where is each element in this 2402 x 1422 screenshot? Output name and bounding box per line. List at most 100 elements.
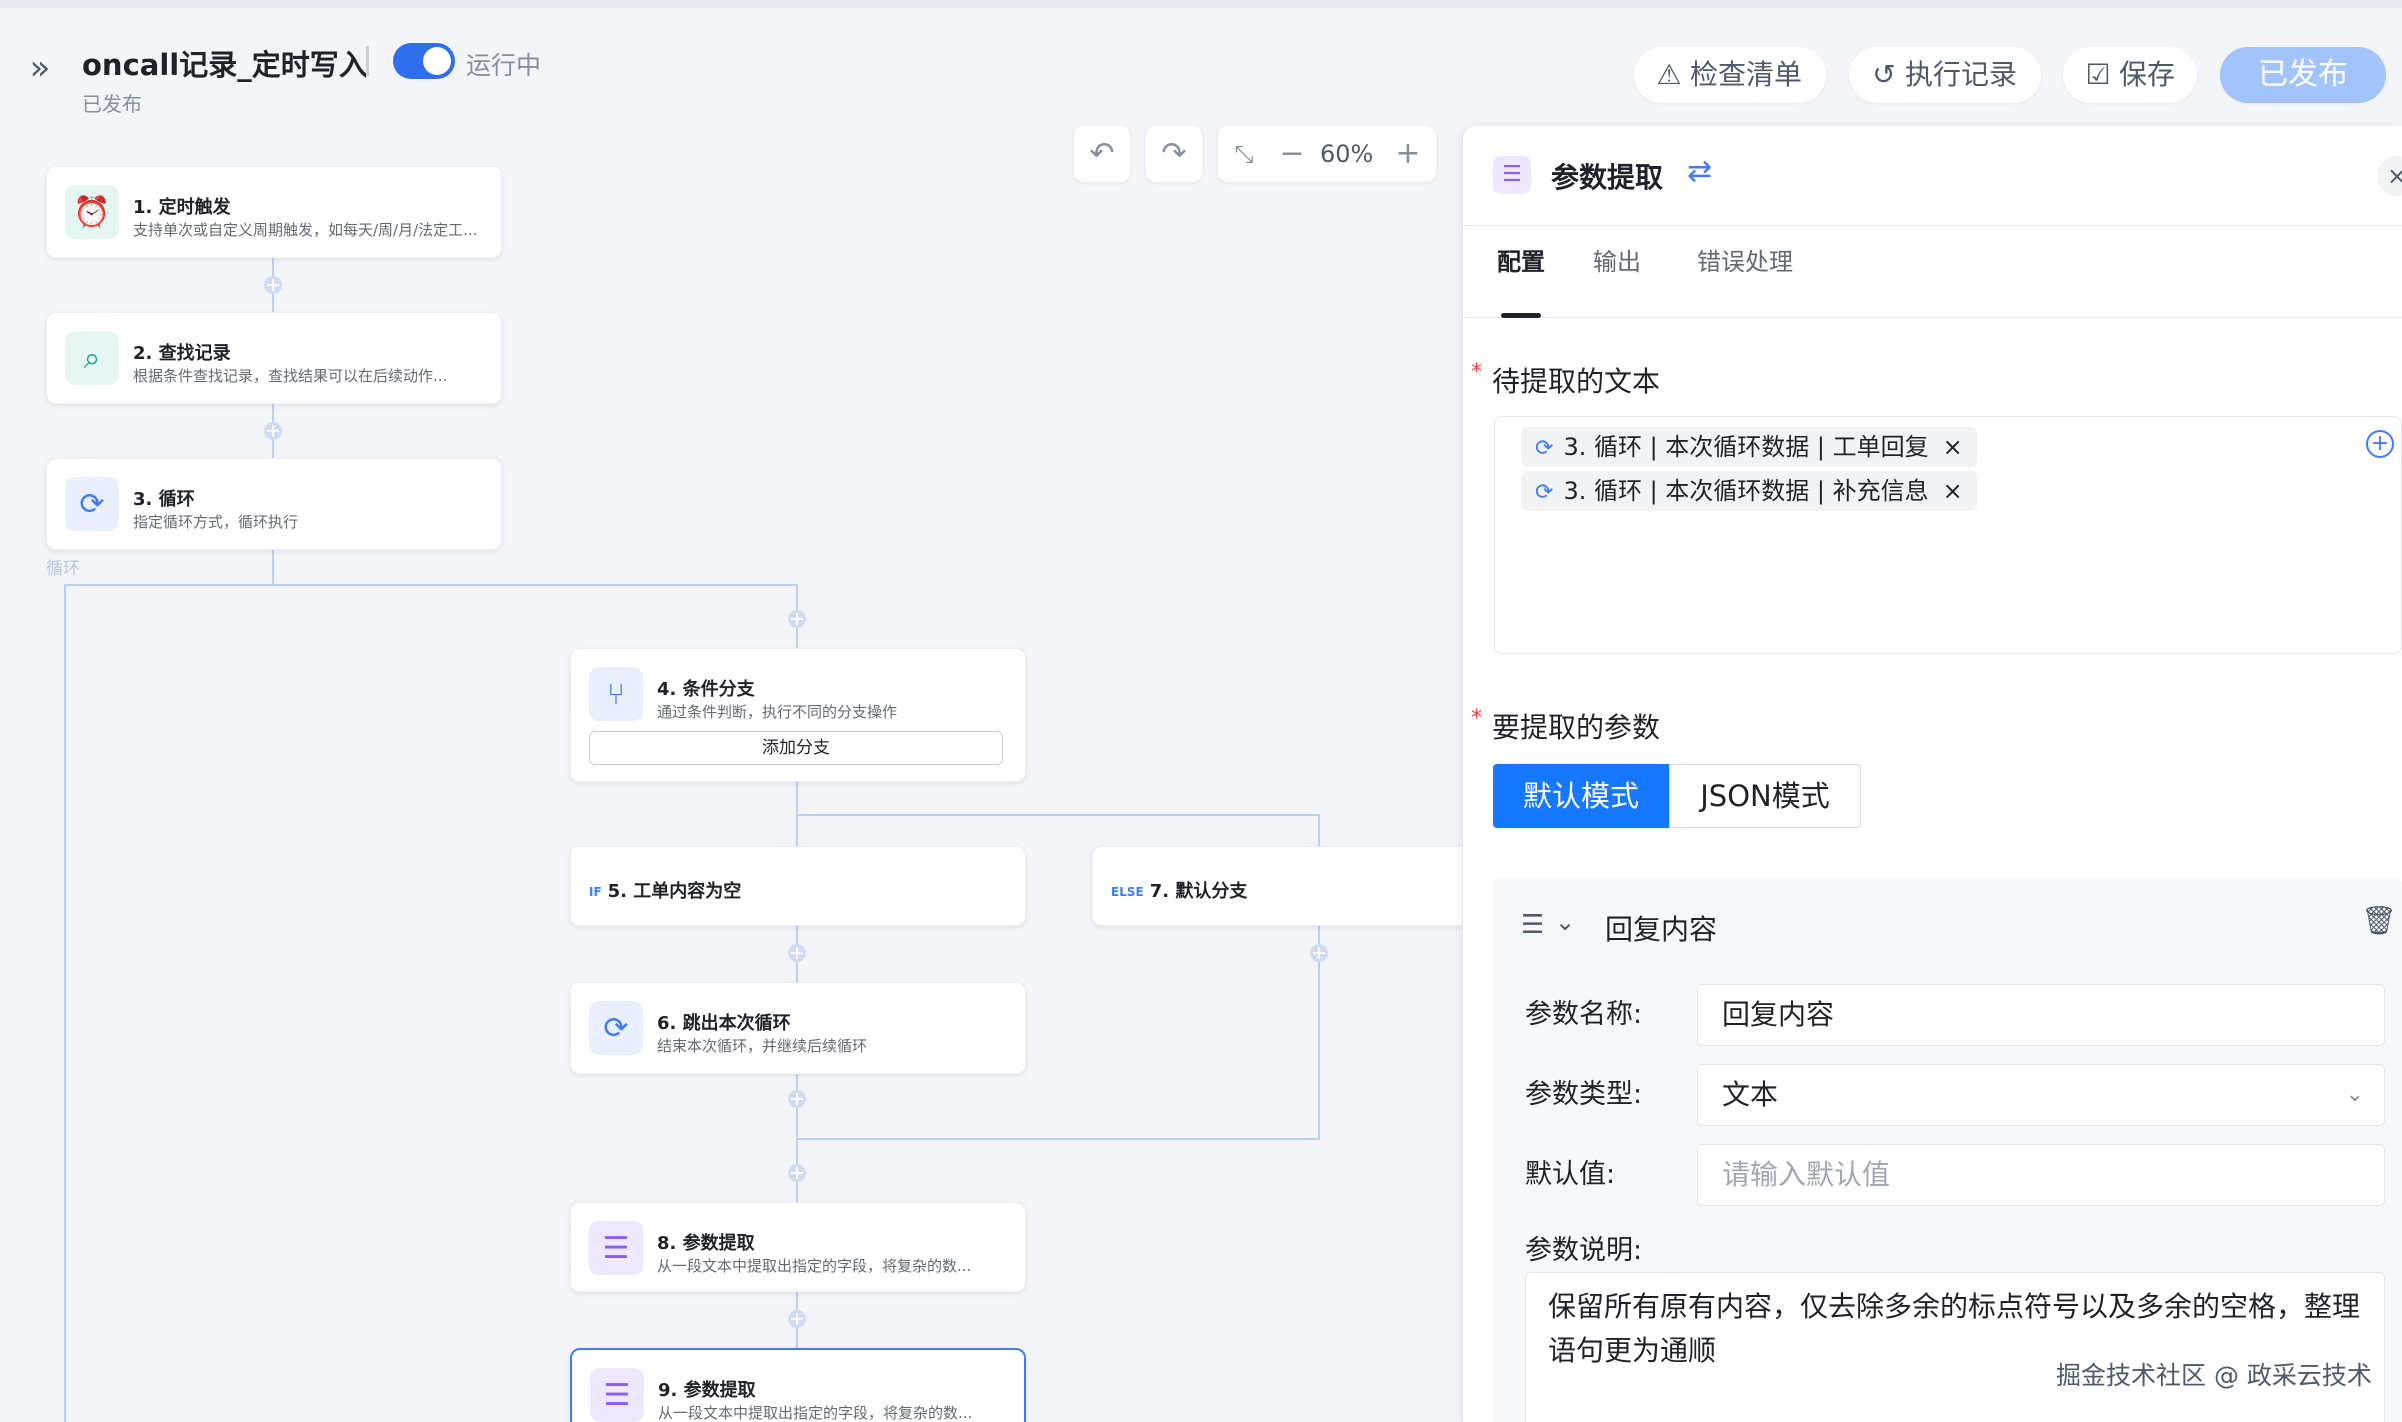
- top-strip: [0, 0, 2402, 8]
- add-node-button[interactable]: [788, 610, 806, 628]
- connector: [796, 1138, 1320, 1140]
- drag-handle-icon[interactable]: ☰: [1521, 910, 1544, 940]
- node-title: 3. 循环: [133, 489, 195, 510]
- loop-label: 循环: [46, 559, 80, 579]
- text-to-extract-box[interactable]: ⟳ 3. 循环 | 本次循环数据 | 工单回复 × ⟳ 3. 循环 | 本次循环数据 …: [1494, 416, 2402, 654]
- header: » oncall记录_定时写入 运行中 已发布 ⚠ 检查清单 ↺ 执行记录 ☑ 保存 …: [0, 8, 2402, 120]
- branch-label: 5. 工单内容为空: [607, 881, 742, 902]
- config-panel: ☰ 参数提取 ⇄ × 配置 输出 错误处理 * 待提取的文本 * 要提取的参数 默认…: [1462, 126, 2402, 1422]
- params-to-extract-label: * 要提取的参数: [1471, 706, 1660, 746]
- save-button[interactable]: ☑ 保存: [2063, 47, 2197, 103]
- text-to-extract-label: * 待提取的文本: [1471, 360, 1660, 400]
- zoom-toolbar: ⤡ − 60% +: [1218, 126, 1436, 182]
- swap-icon[interactable]: ⇄: [1687, 154, 1712, 189]
- node-param-extract-9[interactable]: ☰ 9. 参数提取 从一段文本中提取出指定的字段，将复杂的数...: [570, 1348, 1026, 1422]
- undo-button[interactable]: ↶: [1074, 126, 1130, 182]
- node-title: 2. 查找记录: [133, 343, 231, 364]
- close-icon[interactable]: ×: [1943, 477, 1963, 505]
- watermark: 掘金技术社区 @ 政采云技术: [2056, 1361, 2372, 1390]
- connector: [64, 584, 798, 586]
- connector: [796, 814, 1320, 816]
- save-label: 保存: [2119, 58, 2176, 91]
- alarm-clock-icon: ⏰: [65, 185, 119, 239]
- connector: [272, 550, 274, 584]
- node-desc: 从一段文本中提取出指定的字段，将复杂的数...: [657, 1257, 972, 1275]
- checklist-label: 检查清单: [1690, 58, 1803, 91]
- param-extract-icon: ☰: [589, 1221, 643, 1275]
- default-value-input[interactable]: 请输入默认值: [1697, 1144, 2385, 1206]
- params-to-extract-text: 要提取的参数: [1492, 711, 1661, 744]
- node-title: 1. 定时触发: [133, 197, 231, 218]
- node-skip-iteration[interactable]: ⟳ 6. 跳出本次循环 结束本次循环，并继续后续循环: [570, 982, 1026, 1074]
- tab-output[interactable]: 输出: [1593, 226, 1641, 318]
- zoom-out-icon[interactable]: −: [1268, 126, 1316, 182]
- else-tag: ELSE: [1111, 885, 1144, 899]
- reference-chip: ⟳ 3. 循环 | 本次循环数据 | 工单回复 ×: [1521, 427, 1977, 467]
- text-to-extract-text: 待提取的文本: [1492, 365, 1661, 398]
- param-desc-textarea[interactable]: 保留所有原有内容，仅去除多余的标点符号以及多余的空格，整理语句更为通顺: [1525, 1272, 2385, 1422]
- node-find-records[interactable]: ⌕ 2. 查找记录 根据条件查找记录，查找结果可以在后续动作...: [46, 312, 502, 404]
- search-icon: ⌕: [65, 331, 119, 385]
- zoom-in-icon[interactable]: +: [1384, 126, 1432, 182]
- panel-title: 参数提取: [1551, 161, 1664, 194]
- checklist-button[interactable]: ⚠ 检查清单: [1634, 47, 1826, 103]
- close-icon[interactable]: ×: [2377, 156, 2402, 196]
- add-node-button[interactable]: [788, 944, 806, 962]
- run-toggle[interactable]: [393, 43, 455, 79]
- param-desc-label: 参数说明:: [1525, 1235, 1643, 1266]
- zoom-level: 60%: [1320, 140, 1374, 168]
- json-mode-button[interactable]: JSON模式: [1669, 764, 1861, 828]
- required-mark: *: [1471, 706, 1482, 731]
- history-button[interactable]: ↺ 执行记录: [1849, 47, 2041, 103]
- branch-title: ELSE 7. 默认分支: [1111, 877, 1247, 903]
- tab-error-handling[interactable]: 错误处理: [1697, 226, 1793, 318]
- param-type-select[interactable]: 文本 ⌄: [1697, 1064, 2385, 1126]
- chevron-down-icon[interactable]: ⌄: [1555, 908, 1575, 936]
- run-status-label: 运行中: [466, 51, 542, 80]
- param-type-label: 参数类型:: [1525, 1079, 1643, 1110]
- add-branch-button[interactable]: 添加分支: [589, 731, 1003, 765]
- chevron-down-icon: ⌄: [2345, 1082, 2364, 1107]
- node-desc: 根据条件查找记录，查找结果可以在后续动作...: [133, 367, 448, 385]
- add-node-button[interactable]: [1310, 944, 1328, 962]
- history-clock-icon: ↺: [1872, 58, 1896, 91]
- add-node-button[interactable]: [788, 1164, 806, 1182]
- expand-sidebar-icon[interactable]: »: [20, 48, 60, 88]
- node-condition-branch[interactable]: ⑂ 4. 条件分支 通过条件判断，执行不同的分支操作 添加分支: [570, 648, 1026, 782]
- add-node-button[interactable]: [264, 422, 282, 440]
- default-value-label: 默认值:: [1525, 1159, 1616, 1190]
- add-reference-icon[interactable]: +: [2366, 430, 2394, 458]
- close-icon[interactable]: ×: [1943, 433, 1963, 461]
- default-mode-button[interactable]: 默认模式: [1493, 764, 1669, 828]
- node-branch-else[interactable]: ELSE 7. 默认分支: [1092, 846, 1472, 926]
- tab-config[interactable]: 配置: [1497, 226, 1545, 318]
- param-card-title: 回复内容: [1605, 913, 1718, 946]
- node-scheduled-trigger[interactable]: ⏰ 1. 定时触发 支持单次或自定义周期触发，如每天/周/月/法定工...: [46, 166, 502, 258]
- chip-label: 3. 循环 | 本次循环数据 | 工单回复: [1563, 433, 1929, 461]
- add-node-button[interactable]: [264, 276, 282, 294]
- node-desc: 从一段文本中提取出指定的字段，将复杂的数...: [658, 1404, 973, 1422]
- param-card: ☰ ⌄ 回复内容 🗑 参数名称: 回复内容 参数类型: 文本 ⌄ 默认值: 请输…: [1493, 878, 2402, 1422]
- panel-tabs: 配置 输出 错误处理: [1463, 226, 2402, 318]
- panel-header: ☰ 参数提取 ⇄ ×: [1463, 126, 2402, 226]
- node-branch-if[interactable]: IF 5. 工单内容为空: [570, 846, 1026, 926]
- required-mark: *: [1471, 360, 1482, 385]
- node-title: 4. 条件分支: [657, 679, 755, 700]
- add-node-button[interactable]: [788, 1090, 806, 1108]
- loop-back-connector: [64, 584, 66, 1422]
- redo-button[interactable]: ↷: [1146, 126, 1202, 182]
- node-desc: 结束本次循环，并继续后续循环: [657, 1037, 868, 1055]
- node-param-extract-8[interactable]: ☰ 8. 参数提取 从一段文本中提取出指定的字段，将复杂的数...: [570, 1202, 1026, 1292]
- fit-view-icon[interactable]: ⤡: [1220, 126, 1268, 182]
- add-node-button[interactable]: [788, 1310, 806, 1328]
- branch-icon: ⑂: [589, 667, 643, 721]
- node-title: 8. 参数提取: [657, 1233, 755, 1254]
- param-extract-icon: ☰: [590, 1368, 644, 1422]
- publish-button[interactable]: 已发布: [2220, 47, 2386, 103]
- trash-icon[interactable]: 🗑: [2361, 904, 2397, 937]
- node-title: 6. 跳出本次循环: [657, 1013, 791, 1034]
- reference-chip: ⟳ 3. 循环 | 本次循环数据 | 补充信息 ×: [1521, 471, 1977, 511]
- param-name-input[interactable]: 回复内容: [1697, 984, 2385, 1046]
- node-loop[interactable]: ⟳ 3. 循环 指定循环方式，循环执行: [46, 458, 502, 550]
- loop-icon: ⟳: [589, 1001, 643, 1055]
